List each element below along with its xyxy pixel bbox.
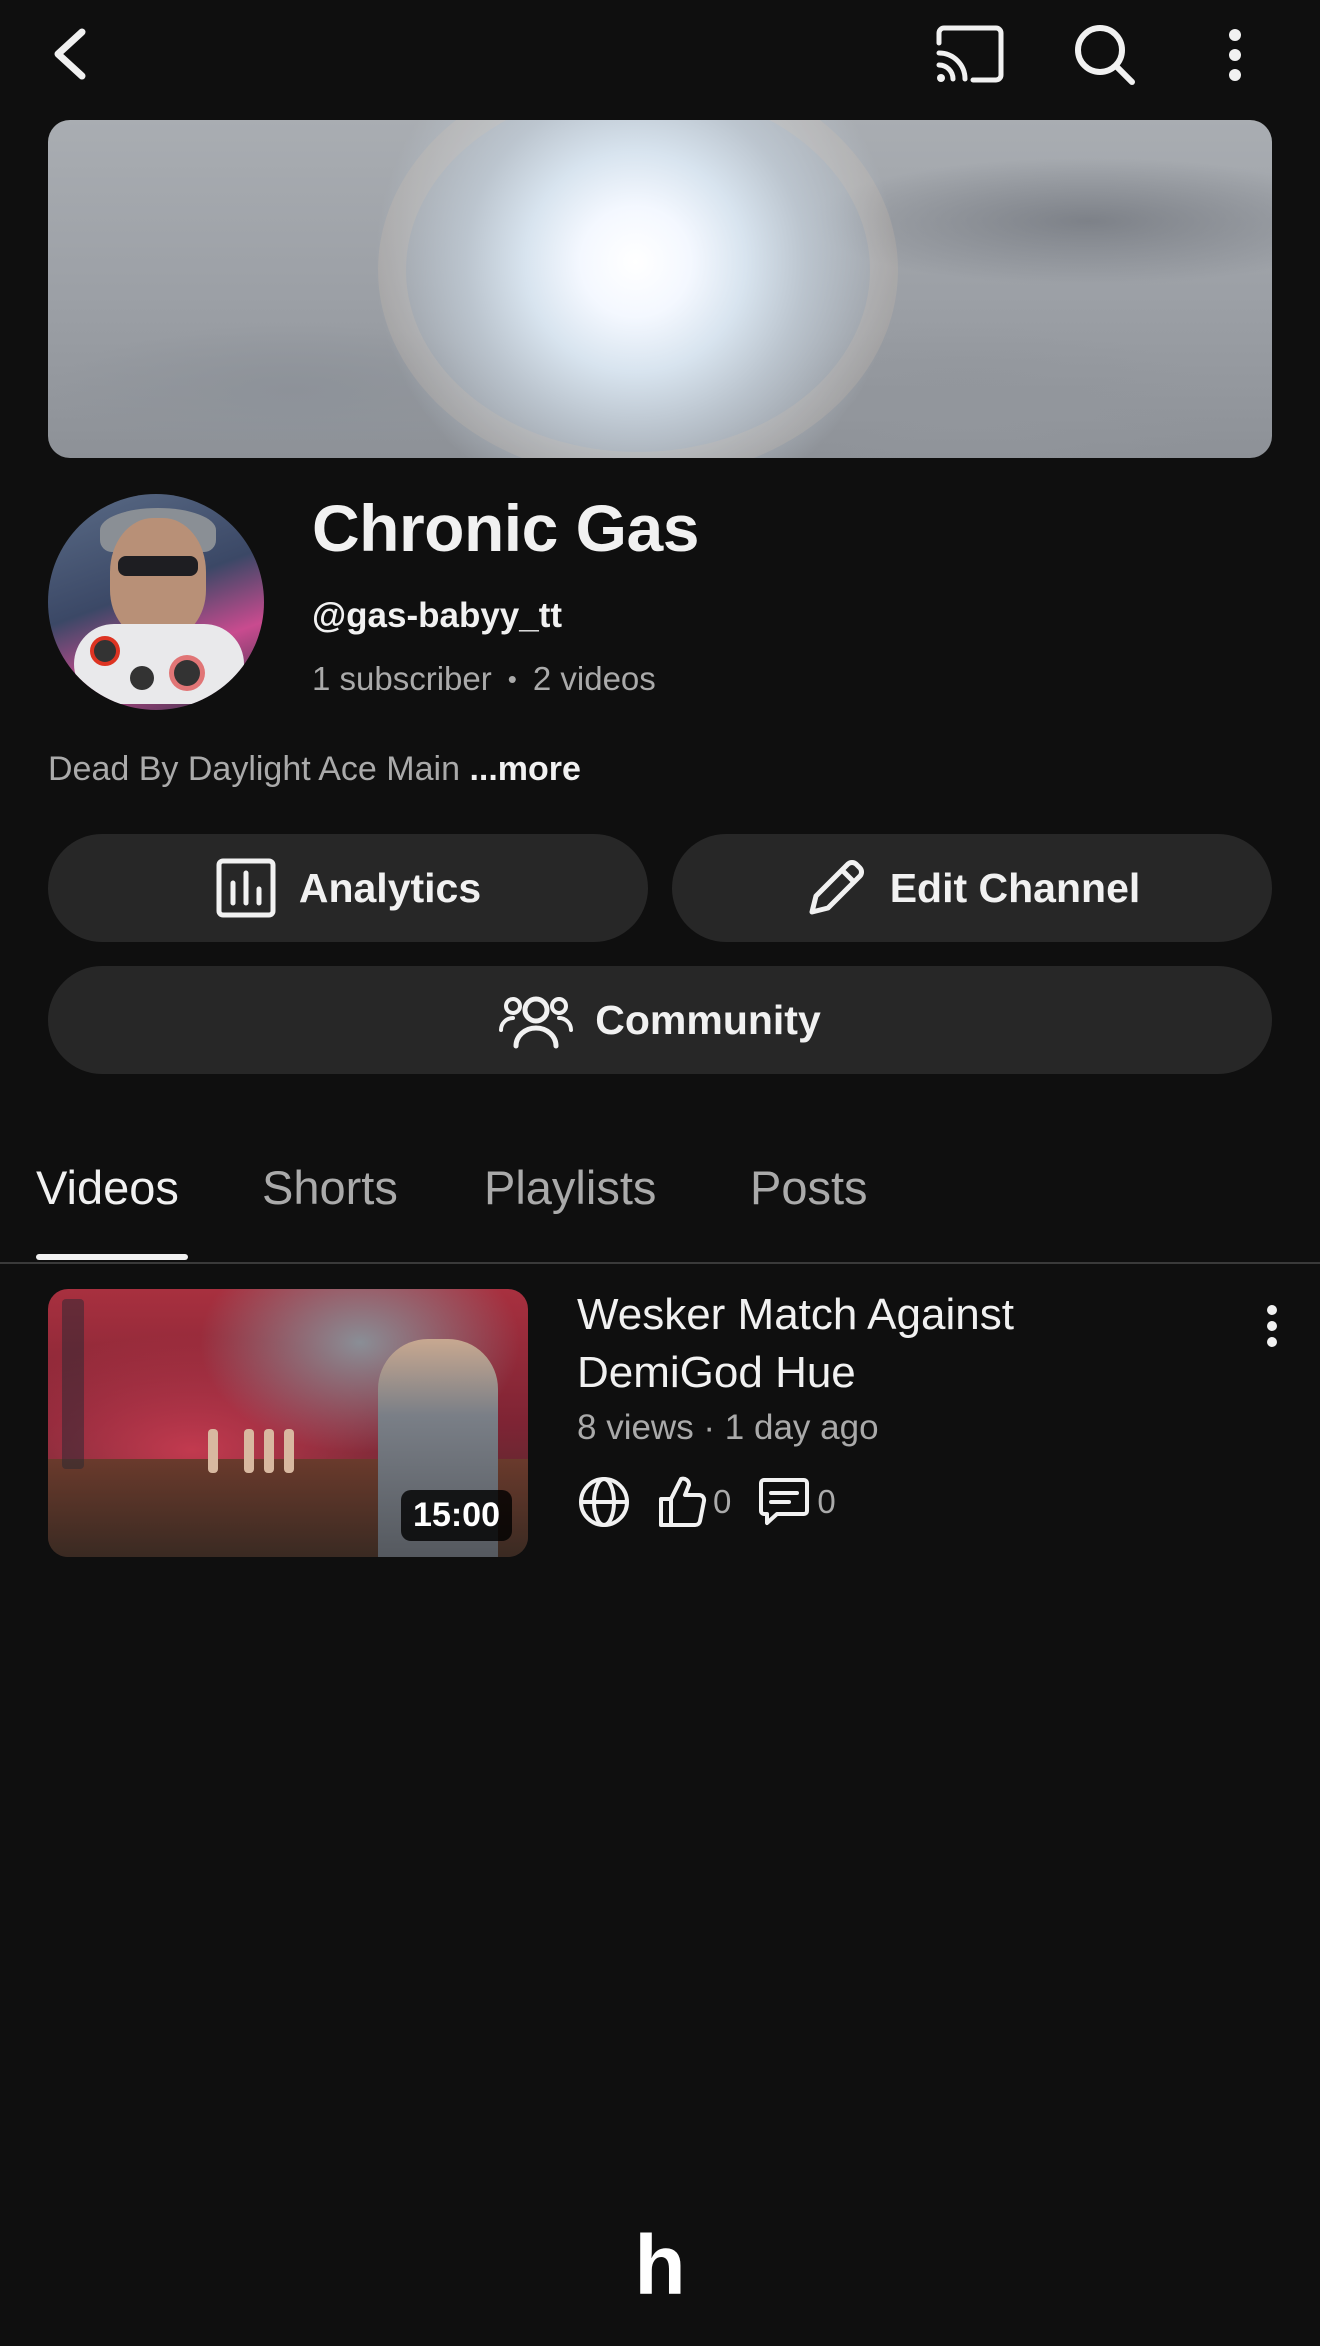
active-tab-indicator <box>36 1254 188 1260</box>
comment-count: 0 <box>817 1483 836 1520</box>
analytics-icon <box>216 858 276 918</box>
tab-shorts[interactable]: Shorts <box>262 1160 398 1215</box>
video-duration: 15:00 <box>401 1490 512 1541</box>
back-icon[interactable] <box>40 22 100 86</box>
video-thumbnail[interactable]: 15:00 <box>48 1289 528 1557</box>
community-button[interactable]: Community <box>48 966 1272 1074</box>
tab-videos[interactable]: Videos <box>36 1160 179 1215</box>
tab-posts[interactable]: Posts <box>750 1160 868 1215</box>
cast-icon[interactable] <box>930 20 1010 90</box>
video-title[interactable]: Wesker Match Against DemiGod Hue <box>577 1286 1197 1402</box>
more-link[interactable]: ...more <box>469 750 580 788</box>
video-count: 2 videos <box>532 660 656 697</box>
video-more-icon[interactable] <box>1252 1296 1292 1356</box>
more-vertical-icon[interactable] <box>1205 20 1265 90</box>
channel-banner <box>48 120 1272 458</box>
analytics-button[interactable]: Analytics <box>48 834 648 942</box>
comment-icon <box>759 1478 810 1525</box>
channel-stats: 1 subscriber • 2 videos <box>312 660 656 698</box>
video-meta: 8 views · 1 day ago <box>577 1408 879 1447</box>
globe-icon <box>579 1477 629 1527</box>
channel-tabs: Videos Shorts Playlists Posts <box>0 1150 1320 1264</box>
edit-channel-label: Edit Channel <box>889 864 1141 911</box>
channel-name: Chronic Gas <box>312 491 699 565</box>
video-stats: 0 0 <box>577 1474 836 1530</box>
community-icon <box>499 996 574 1049</box>
community-label: Community <box>595 996 821 1043</box>
edit-channel-button[interactable]: Edit Channel <box>672 834 1272 942</box>
top-bar <box>0 0 1320 110</box>
video-list-item[interactable]: 15:00 Wesker Match Against DemiGod Hue 8… <box>0 1286 1320 1566</box>
analytics-label: Analytics <box>298 864 482 911</box>
stats-separator: • <box>507 663 517 694</box>
like-count: 0 <box>713 1483 732 1520</box>
tabs-divider <box>0 1262 1320 1264</box>
bottom-logo: h <box>634 2218 686 2312</box>
tab-playlists[interactable]: Playlists <box>484 1160 656 1215</box>
channel-handle: @gas-babyy_tt <box>312 596 563 635</box>
channel-avatar[interactable] <box>48 494 264 710</box>
search-icon[interactable] <box>1065 20 1145 90</box>
thumbs-up-icon <box>659 1476 707 1527</box>
subscriber-count: 1 subscriber <box>312 660 492 697</box>
pencil-icon <box>809 860 864 915</box>
description-text: Dead By Daylight Ace Main <box>48 750 470 788</box>
channel-description[interactable]: Dead By Daylight Ace Main ...more <box>48 750 581 789</box>
